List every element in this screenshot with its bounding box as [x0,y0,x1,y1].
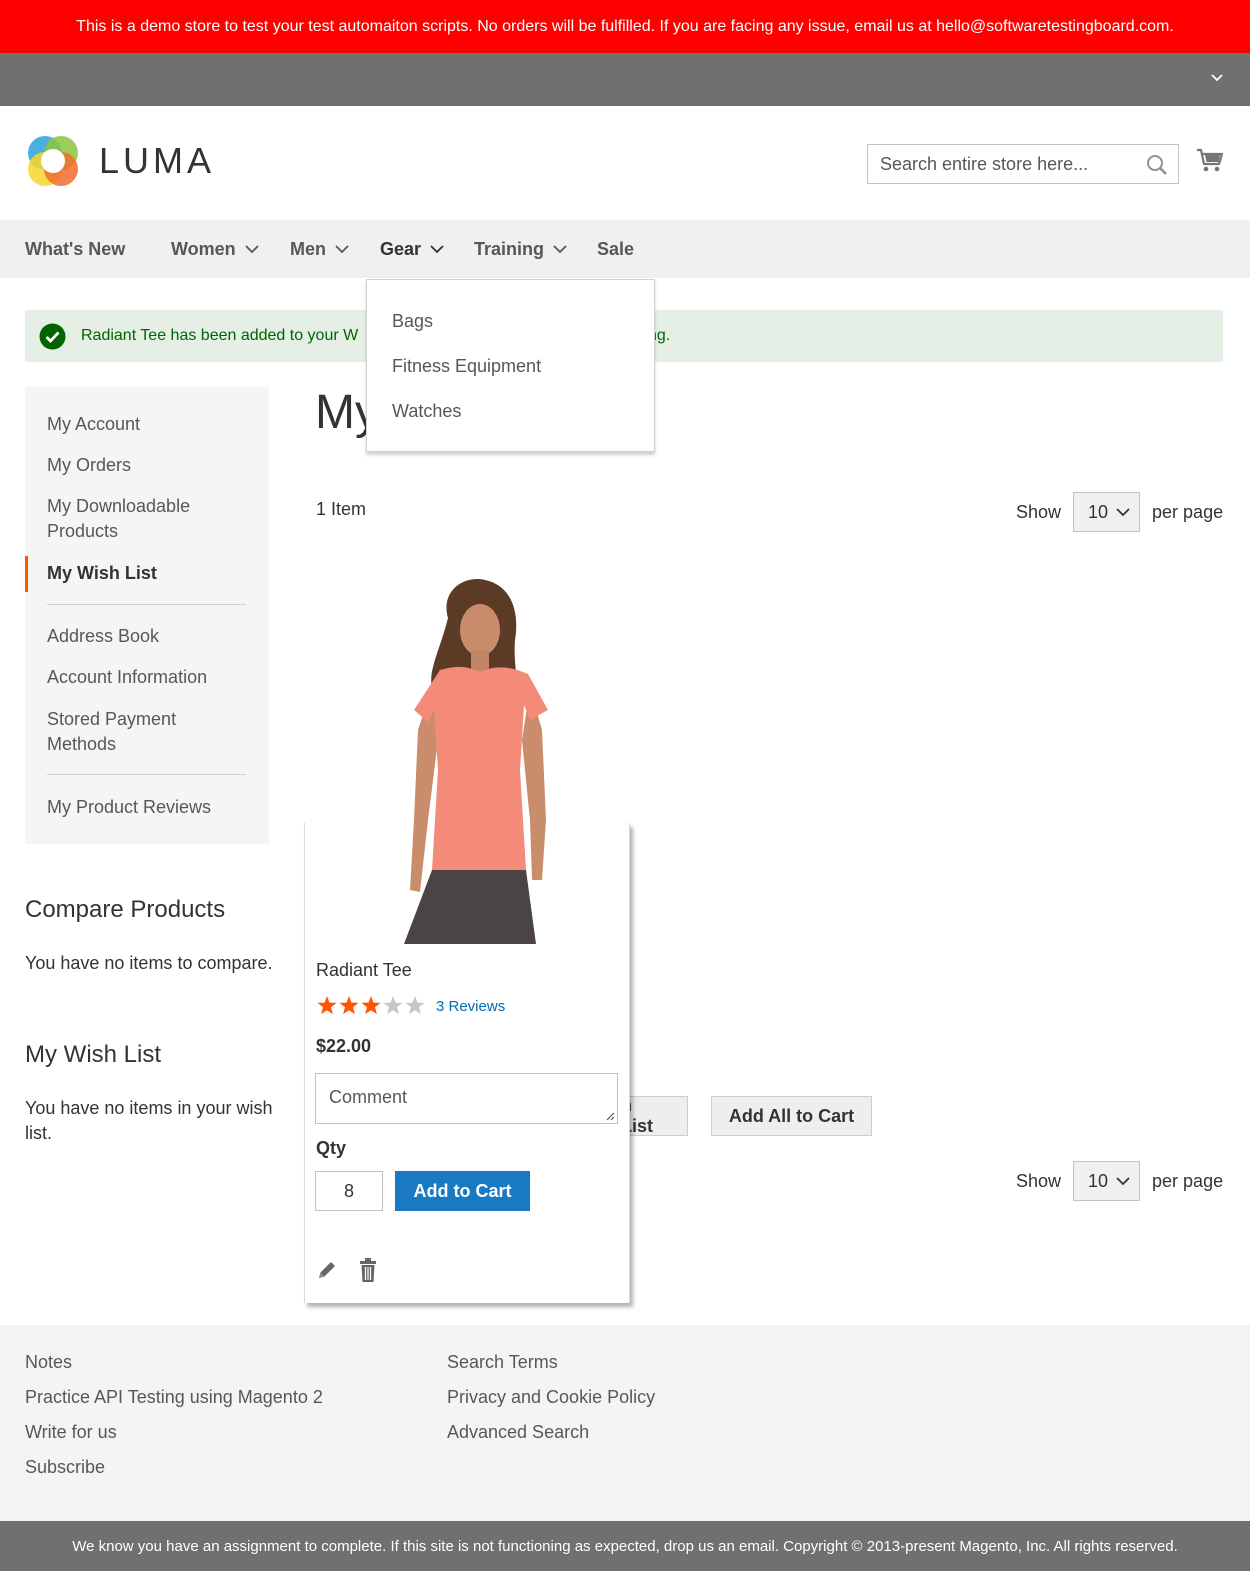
qty-label: Qty [316,1138,347,1158]
nav-item-whats-new[interactable]: What's New [25,220,125,278]
qty-value: 8 [343,1180,354,1201]
compare-empty-text: You have no items to compare. [25,953,273,973]
sidebar-item-stored-payment-methods[interactable]: Stored Payment Methods [47,707,207,757]
star-empty-icon [405,996,425,1015]
copyright-text: We know you have an assignment to comple… [72,1537,1178,1555]
footer-link-subscribe[interactable]: Subscribe [25,1457,105,1478]
resize-grip-icon[interactable] [605,1111,615,1121]
submenu-item-watches[interactable]: Watches [392,401,461,422]
search-input[interactable] [868,145,1128,183]
product-price: $22.00 [316,1036,372,1056]
chevron-down-icon [245,245,259,254]
logo-text: LUMA [99,140,216,181]
button-label: Add to Cart [413,1180,512,1201]
nav-item-women[interactable]: Women [171,220,259,278]
limit-select[interactable]: 10 [1073,1161,1141,1201]
chevron-down-icon [553,245,567,254]
sidebar-item-downloadable-products[interactable]: My Downloadable Products [47,494,237,544]
footer-link-search-terms[interactable]: Search Terms [447,1352,558,1373]
comment-textarea[interactable] [316,1074,617,1123]
sidebar-item-my-wish-list: My Wish List [47,563,157,583]
product-name[interactable]: Radiant Tee [316,960,412,981]
limiter-bottom: Show 10 per page [1016,1161,1223,1201]
checkmark-icon [39,323,66,355]
update-wish-list-button[interactable]: n List [620,1095,688,1136]
luma-logo[interactable]: LUMA [25,133,215,189]
button-label: Add All to Cart [728,1105,855,1126]
site-footer [0,1325,1250,1521]
show-label: Show [1016,501,1062,522]
nav-item-training[interactable]: Training [474,220,567,278]
nav-item-label: Sale [597,238,635,259]
sidebar-item-my-orders[interactable]: My Orders [47,453,131,478]
nav-item-label: What's New [25,238,126,259]
submenu-item-fitness-equipment[interactable]: Fitness Equipment [392,356,541,377]
sidebar-item-account-information[interactable]: Account Information [47,665,207,690]
trash-icon[interactable] [358,1257,378,1288]
chevron-down-icon [335,245,349,254]
star-empty-icon [383,996,403,1015]
qty-input[interactable]: 8 [315,1171,383,1211]
compare-title: Compare Products [25,896,226,923]
sidebar-item-my-account[interactable]: My Account [47,412,140,437]
add-to-cart-button[interactable]: Add to Cart [395,1171,530,1211]
success-message-text-start: Radiant Tee has been added to your W [81,327,359,344]
limiter-top: Show 10 per page [1016,492,1223,532]
current-item-marker [25,556,28,592]
product-image[interactable] [370,570,570,944]
nav-item-label: Women [171,238,236,259]
sidebar-divider [47,774,246,775]
top-panel [0,53,1250,106]
submenu-item-bags[interactable]: Bags [392,311,433,332]
chevron-down-icon[interactable] [1208,69,1226,87]
chevron-down-icon [1116,1177,1130,1186]
wishlist-block-title: My Wish List [25,1041,162,1068]
chevron-down-icon [1116,508,1130,517]
sidebar-item-product-reviews[interactable]: My Product Reviews [47,795,211,820]
gear-submenu: Bags Fitness Equipment Watches [366,279,655,452]
product-rating: 3 Reviews [316,995,505,1017]
sidebar-divider [47,604,246,605]
footer-link-api-testing[interactable]: Practice API Testing using Magento 2 [25,1387,323,1408]
item-count: 1 Item [316,499,367,519]
account-navigation: My Account My Orders My Downloadable Pro… [25,387,269,844]
nav-item-gear[interactable]: Gear [380,220,444,278]
main-navigation: What's New Women Men Gear Training Sale [0,220,1250,278]
search-box[interactable] [867,144,1179,184]
rating-stars [317,996,425,1015]
copyright-bar: We know you have an assignment to comple… [0,1521,1250,1571]
nav-item-label: Men [290,238,326,259]
sidebar-item-address-book[interactable]: Address Book [47,624,159,649]
per-page-label: per page [1152,1170,1224,1191]
chevron-down-icon [430,245,444,254]
demo-notice-text: This is a demo store to test your test a… [76,17,1174,35]
cart-icon[interactable] [1196,146,1224,179]
demo-notice-banner: This is a demo store to test your test a… [0,0,1250,53]
per-page-label: per page [1152,501,1224,522]
limit-value: 10 [1088,1170,1109,1191]
limit-value: 10 [1088,501,1109,522]
nav-item-label: Training [474,238,545,259]
footer-link-advanced-search[interactable]: Advanced Search [447,1422,589,1443]
nav-item-men[interactable]: Men [290,220,349,278]
footer-link-privacy-policy[interactable]: Privacy and Cookie Policy [447,1387,655,1408]
reviews-link[interactable]: 3 Reviews [436,998,505,1015]
search-icon[interactable] [1146,154,1168,181]
footer-link-write-for-us[interactable]: Write for us [25,1422,117,1443]
show-label: Show [1016,1170,1062,1191]
add-all-to-cart-button[interactable]: Add All to Cart [711,1096,872,1136]
pencil-icon[interactable] [315,1258,339,1287]
nav-item-sale[interactable]: Sale [597,220,634,278]
logo-mark-icon [28,136,78,186]
star-filled-icon [339,996,359,1015]
comment-field[interactable] [315,1073,618,1124]
site-header: LUMA [0,106,1250,220]
footer-link-notes[interactable]: Notes [25,1352,72,1373]
star-filled-icon [361,996,381,1015]
wishlist-empty-text: You have no items in your wish list. [25,1098,273,1143]
nav-item-label: Gear [380,238,422,259]
star-filled-icon [317,996,337,1015]
limit-select[interactable]: 10 [1073,492,1141,532]
